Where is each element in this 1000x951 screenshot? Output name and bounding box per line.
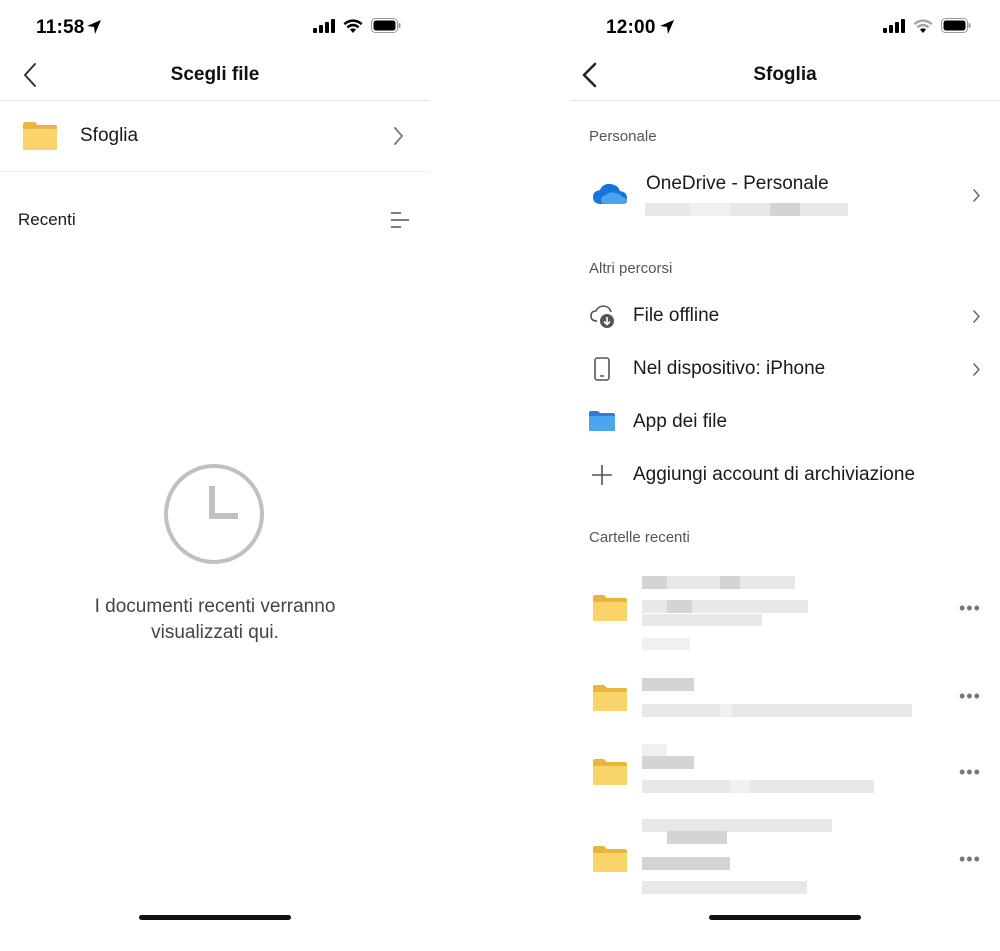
empty-state-line-2: visualizzati qui. bbox=[151, 622, 279, 643]
chevron-right-icon bbox=[972, 188, 981, 208]
sort-button[interactable] bbox=[390, 211, 410, 234]
folder-blue-icon bbox=[588, 410, 616, 437]
add-storage-account-label: Aggiungi account di archiviazione bbox=[633, 464, 916, 485]
onedrive-row[interactable]: OneDrive - Personale bbox=[570, 158, 1000, 226]
more-options-button[interactable]: ••• bbox=[959, 849, 981, 870]
battery-icon bbox=[941, 18, 971, 33]
wifi-icon bbox=[343, 18, 363, 33]
signal-icon bbox=[313, 18, 335, 33]
account-email-redacted bbox=[645, 203, 848, 216]
cloud-download-icon bbox=[590, 305, 616, 334]
sort-lines-icon bbox=[391, 212, 409, 228]
on-device-row[interactable]: Nel dispositivo: iPhone bbox=[570, 345, 1000, 395]
status-time: 11:58 bbox=[36, 17, 85, 38]
files-app-row[interactable]: App dei file bbox=[570, 398, 1000, 448]
recent-folder-row[interactable]: ••• bbox=[570, 672, 1000, 732]
location-arrow-icon bbox=[86, 19, 102, 40]
status-icons bbox=[313, 18, 401, 33]
add-storage-account-row[interactable]: Aggiungi account di archiviazione bbox=[570, 451, 1000, 501]
redacted-folder-path bbox=[642, 857, 730, 870]
redacted-folder-name bbox=[642, 756, 694, 769]
file-offline-label: File offline bbox=[633, 305, 720, 326]
phone-icon bbox=[594, 357, 610, 386]
browse-label: Sfoglia bbox=[80, 125, 139, 146]
battery-icon bbox=[371, 18, 401, 33]
wifi-icon bbox=[913, 18, 933, 33]
more-options-button[interactable]: ••• bbox=[959, 762, 981, 783]
page-title: Scegli file bbox=[170, 64, 260, 85]
folder-icon bbox=[21, 121, 59, 156]
signal-icon bbox=[883, 18, 905, 33]
status-time: 12:00 bbox=[606, 17, 656, 38]
onedrive-cloud-icon bbox=[592, 182, 628, 211]
section-other-locations: Altri percorsi bbox=[589, 260, 673, 277]
left-screen: 11:58 Scegli file Sfoglia Recenti I docu… bbox=[0, 0, 430, 951]
browse-row[interactable]: Sfoglia bbox=[0, 101, 430, 171]
folder-icon bbox=[592, 845, 628, 878]
files-app-label: App dei file bbox=[633, 411, 728, 432]
chevron-right-icon bbox=[393, 126, 404, 151]
section-personal: Personale bbox=[589, 128, 657, 145]
plus-icon bbox=[591, 464, 613, 491]
home-indicator[interactable] bbox=[139, 915, 291, 920]
recent-label: Recenti bbox=[18, 210, 76, 229]
section-recent-folders: Cartelle recenti bbox=[589, 529, 690, 546]
redacted-folder-name bbox=[642, 678, 694, 691]
location-arrow-icon bbox=[659, 19, 675, 40]
clock-icon bbox=[163, 463, 265, 570]
chevron-right-icon bbox=[972, 362, 981, 382]
chevron-right-icon bbox=[972, 309, 981, 329]
page-title: Sfoglia bbox=[753, 64, 817, 85]
empty-state-line-1: I documenti recenti verranno bbox=[94, 596, 336, 617]
row-divider bbox=[0, 171, 430, 172]
home-indicator[interactable] bbox=[709, 915, 861, 920]
more-options-button[interactable]: ••• bbox=[959, 598, 981, 619]
more-options-button[interactable]: ••• bbox=[959, 686, 981, 707]
recent-folder-row[interactable]: ••• bbox=[570, 742, 1000, 802]
folder-icon bbox=[592, 758, 628, 791]
empty-state-message: I documenti recenti verranno visualizzat… bbox=[0, 594, 430, 646]
folder-icon bbox=[592, 684, 628, 717]
header-divider bbox=[570, 100, 1000, 101]
file-offline-row[interactable]: File offline bbox=[570, 292, 1000, 342]
on-device-label: Nel dispositivo: iPhone bbox=[633, 358, 826, 379]
recent-folder-row[interactable]: ••• bbox=[570, 570, 1000, 655]
recent-folder-row[interactable]: ••• bbox=[570, 815, 1000, 900]
onedrive-label: OneDrive - Personale bbox=[646, 173, 829, 194]
right-screen: 12:00 Sfoglia Personale OneDrive - Perso… bbox=[570, 0, 1000, 951]
redacted-folder-path bbox=[642, 780, 874, 793]
redacted-folder-path bbox=[642, 704, 912, 717]
folder-icon bbox=[592, 594, 628, 627]
status-icons bbox=[883, 18, 971, 33]
